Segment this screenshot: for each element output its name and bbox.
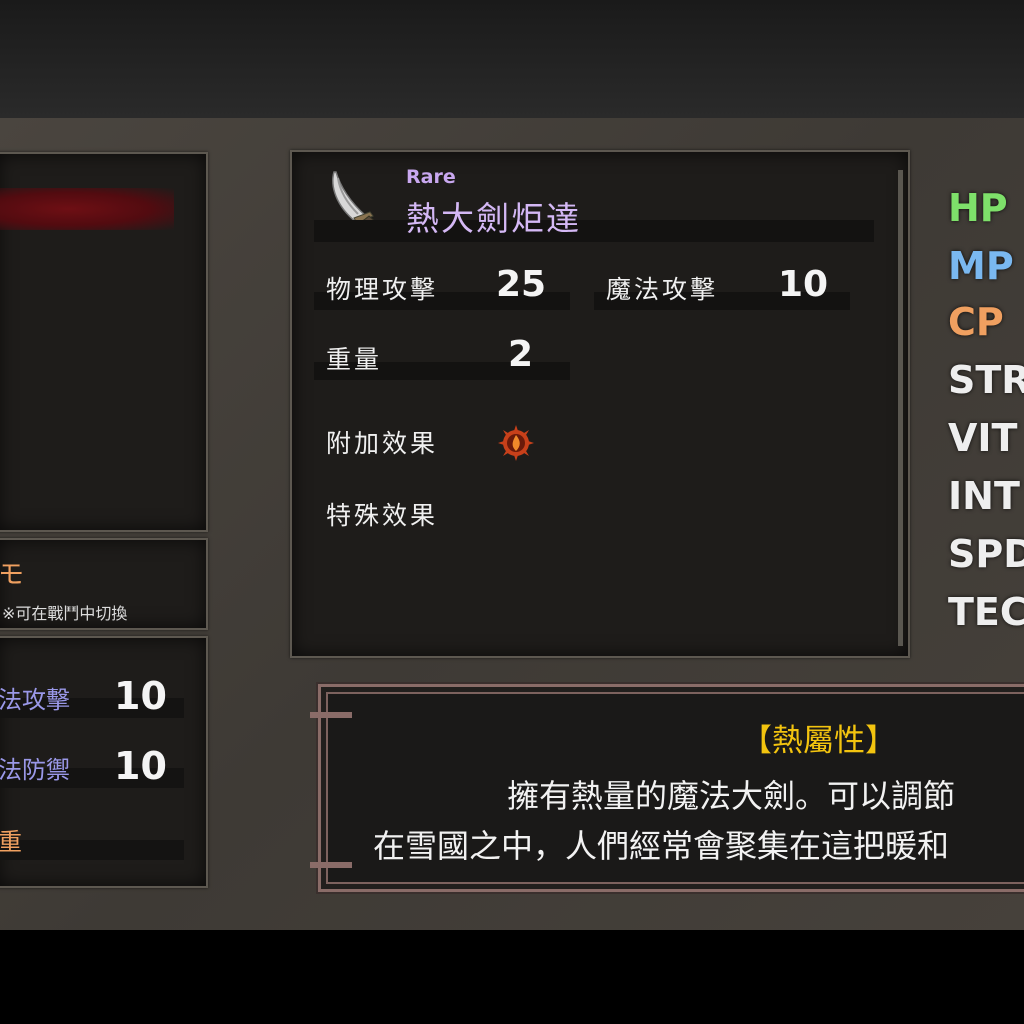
stat-label: 重 (0, 828, 22, 856)
physical-attack-value: 25 (496, 264, 547, 305)
character-stats-panel: 法攻擊 10 法防禦 10 重 (0, 636, 208, 888)
item-detail-panel: Rare 熱大劍炬達 物理攻擊 25 魔法攻擊 10 重量 2 附加效果 特殊效… (290, 150, 910, 658)
character-portrait-panel (0, 152, 208, 532)
switch-note: ※可在戰鬥中切換 (2, 604, 128, 623)
item-rarity: Rare (406, 166, 456, 188)
description-line-2: 在雪國之中，人們經常會聚集在這把暖和 (373, 827, 950, 865)
stat-value: 10 (114, 744, 167, 788)
item-name: 熱大劍炬達 (406, 199, 581, 238)
stat-mp: MP (948, 244, 1014, 288)
bottom-bar (0, 930, 1024, 1024)
stat-spd: SPD (948, 532, 1024, 576)
item-description-box: 【熱屬性】 擁有熱量的魔法大劍。可以調節 在雪國之中，人們經常會聚集在這把暖和 (316, 682, 1024, 894)
weight-row: 重量 2 (314, 334, 570, 380)
element-attribute: 【熱屬性】 (741, 723, 896, 759)
stat-cp: CP (948, 300, 1004, 344)
description-line-1: 擁有熱量的魔法大劍。可以調節 (507, 777, 956, 815)
character-name-splash (0, 188, 174, 230)
weight-label: 重量 (326, 345, 383, 374)
mode-label: モ (0, 560, 25, 590)
top-bar (0, 0, 1024, 118)
panel-divider (898, 170, 903, 646)
magic-attack-row: 魔法攻擊 10 (594, 264, 850, 310)
physical-attack-row: 物理攻擊 25 (314, 264, 570, 310)
frame-flourish (310, 712, 352, 718)
stat-value: 10 (114, 674, 167, 718)
stat-hp: HP (948, 186, 1008, 230)
magic-defense-stat: 法防禦 10 (0, 744, 184, 788)
weight-stat: 重 (0, 822, 184, 860)
fire-element-icon[interactable] (497, 424, 535, 462)
stat-label: 法防禦 (0, 756, 70, 784)
frame-flourish (310, 862, 352, 868)
physical-attack-label: 物理攻擊 (326, 275, 439, 304)
special-effect-label: 特殊效果 (326, 501, 439, 530)
stat-int: INT (948, 474, 1020, 518)
stat-tec: TEC (948, 590, 1024, 634)
magic-attack-stat: 法攻擊 10 (0, 674, 184, 718)
magic-attack-label: 魔法攻擊 (606, 275, 719, 304)
stat-str: STR (948, 358, 1024, 402)
stat-label: 法攻擊 (0, 686, 70, 714)
weight-value: 2 (508, 334, 534, 375)
stat-vit: VIT (948, 416, 1018, 460)
magic-attack-value: 10 (778, 264, 829, 305)
extra-effect-label: 附加效果 (326, 429, 439, 458)
mode-panel: モ ※可在戰鬥中切換 (0, 538, 208, 630)
